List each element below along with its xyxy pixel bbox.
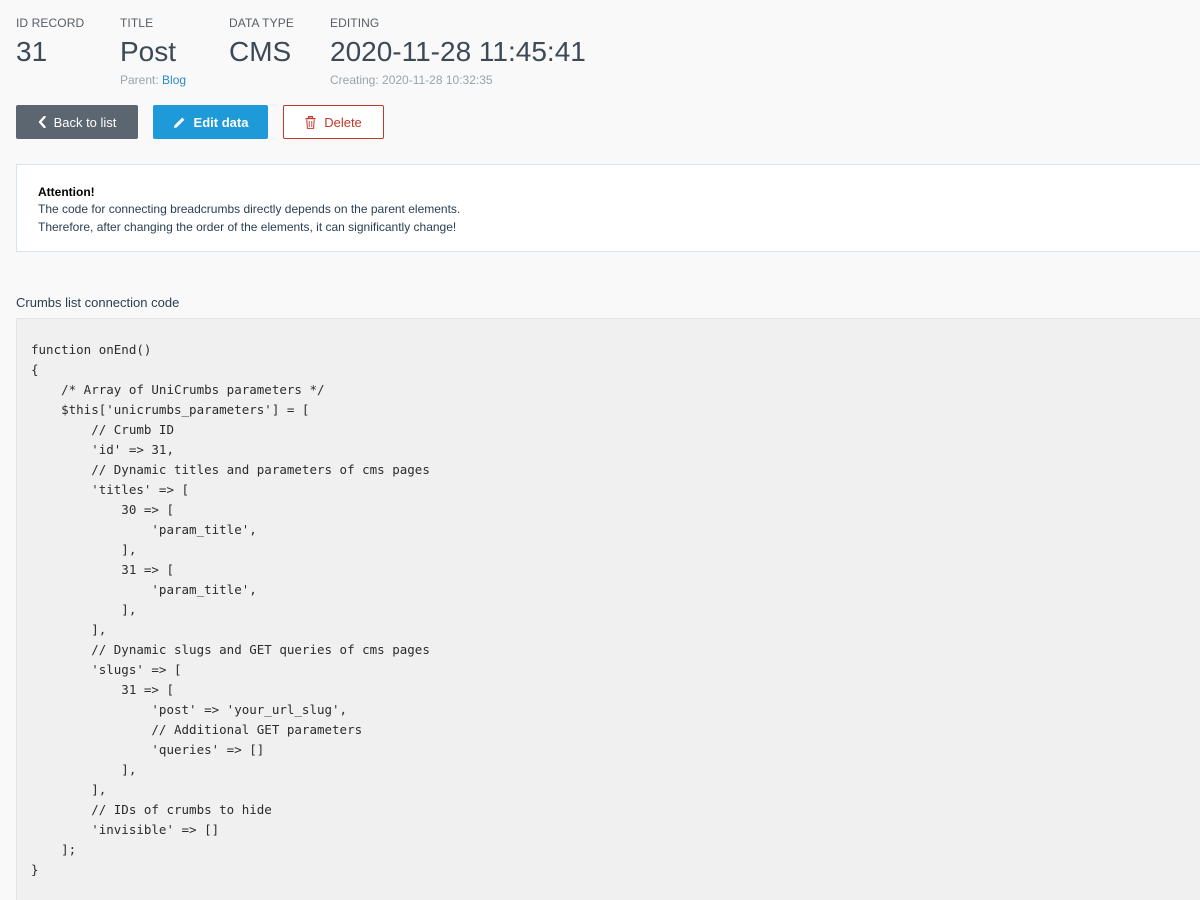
stat-editing-label: EDITING <box>330 16 380 30</box>
stat-editing: EDITING 2020-11-28 11:45:41 Creating: 20… <box>330 15 586 88</box>
stat-data-type-value: CMS <box>229 36 292 67</box>
stat-data-type-label: DATA TYPE <box>229 16 294 30</box>
trash-icon <box>305 115 316 129</box>
record-page: ID RECORD 31 TITLE Post Parent: Blog DAT… <box>0 0 1200 900</box>
callout-title: Attention! <box>38 185 95 199</box>
parent-link[interactable]: Blog <box>162 73 186 87</box>
back-to-list-label: Back to list <box>53 114 117 130</box>
edit-data-label: Edit data <box>193 114 249 130</box>
delete-label: Delete <box>324 114 362 130</box>
callout-line-1: The code for connecting breadcrumbs dire… <box>38 202 461 216</box>
attention-callout: Attention! The code for connecting bread… <box>16 164 1200 252</box>
stat-id-record: ID RECORD 31 <box>16 15 84 69</box>
stat-creating: Creating: 2020-11-28 10:32:35 <box>330 73 493 87</box>
code-section-label: Crumbs list connection code <box>16 295 180 310</box>
edit-data-button[interactable]: Edit data <box>153 105 268 139</box>
stat-data-type: DATA TYPE CMS <box>229 15 294 69</box>
stat-title: TITLE Post Parent: Blog <box>120 15 186 88</box>
stat-id-record-value: 31 <box>16 36 48 67</box>
parent-prefix: Parent: <box>120 73 159 87</box>
pencil-icon <box>173 116 186 129</box>
stat-editing-value: 2020-11-28 11:45:41 <box>330 36 586 67</box>
delete-button[interactable]: Delete <box>283 105 384 139</box>
code-content[interactable]: function onEnd() { /* Array of UniCrumbs… <box>17 319 1200 900</box>
back-to-list-button[interactable]: Back to list <box>16 105 138 139</box>
code-block[interactable]: function onEnd() { /* Array of UniCrumbs… <box>16 318 1200 900</box>
stat-title-value: Post <box>120 36 177 67</box>
stat-title-parent: Parent: Blog <box>120 72 186 88</box>
stat-title-label: TITLE <box>120 16 154 30</box>
stat-id-record-label: ID RECORD <box>16 16 85 30</box>
callout-line-2: Therefore, after changing the order of t… <box>38 220 457 234</box>
chevron-left-icon <box>38 116 46 128</box>
